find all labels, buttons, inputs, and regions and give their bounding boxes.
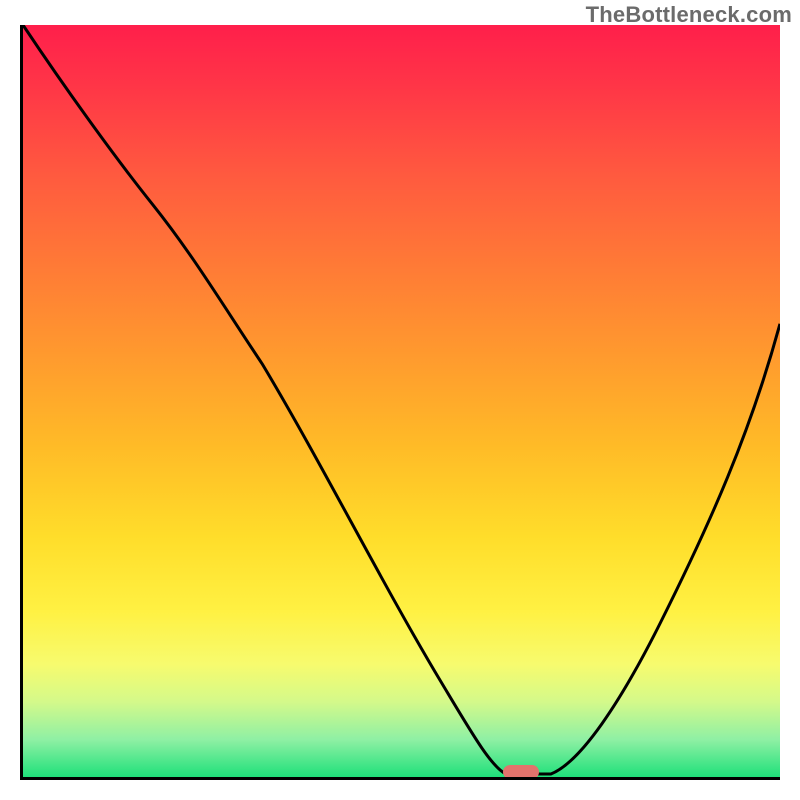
curve-svg: [23, 25, 780, 777]
bottleneck-curve: [23, 25, 780, 774]
optimal-marker: [503, 765, 539, 779]
chart-canvas: TheBottleneck.com: [0, 0, 800, 800]
watermark-text: TheBottleneck.com: [586, 2, 792, 28]
plot-area: [20, 25, 780, 780]
